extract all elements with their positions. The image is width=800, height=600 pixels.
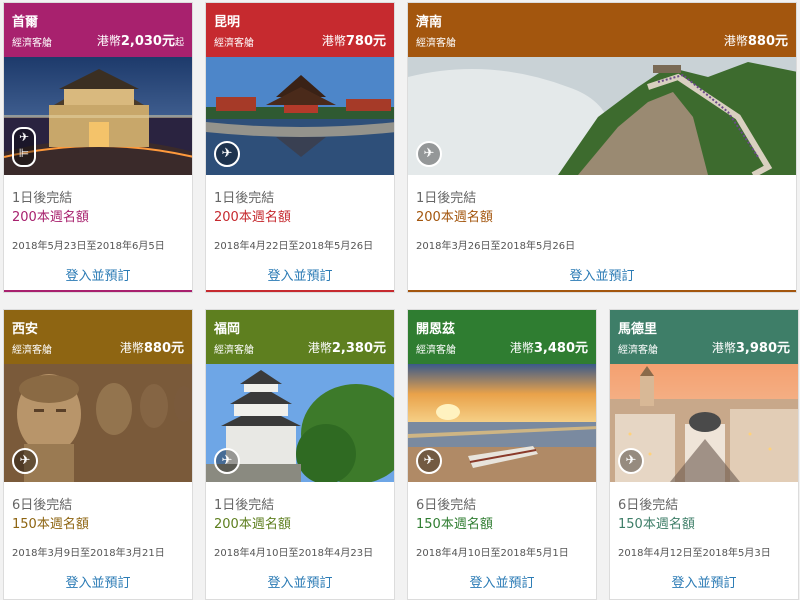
price-suffix: 起 bbox=[174, 38, 184, 48]
days-remaining: 6日後完結 bbox=[618, 498, 679, 513]
plane-icon: ✈ bbox=[618, 448, 644, 474]
price-amount: 780元 bbox=[345, 34, 386, 49]
card-header: 開恩茲 經濟客艙 港幣3,480元 bbox=[408, 310, 596, 364]
fare-price: 港幣780元 bbox=[322, 30, 386, 49]
destination-city: 西安 bbox=[12, 322, 39, 337]
cabin-class: 經濟客艙 bbox=[12, 38, 52, 49]
destination-photo: ✈ bbox=[206, 57, 394, 175]
deal-card-cairns[interactable]: 開恩茲 經濟客艙 港幣3,480元 ✈ 6日後完結 150本週名額 2018年4… bbox=[407, 309, 597, 600]
fare-price: 港幣2,380元 bbox=[308, 337, 386, 356]
travel-date-range: 2018年4月12日至2018年5月3日 bbox=[618, 548, 771, 559]
fare-price: 港幣880元 bbox=[120, 337, 184, 356]
weekly-seats: 150本週名額 bbox=[12, 517, 89, 532]
travel-date-range: 2018年4月10日至2018年4月23日 bbox=[214, 548, 374, 559]
weekly-seats: 200本週名額 bbox=[12, 210, 89, 225]
plane-icon: ✈ bbox=[416, 141, 442, 167]
price-amount: 2,380元 bbox=[331, 341, 386, 356]
travel-date-range: 2018年5月23日至2018年6月5日 bbox=[12, 241, 165, 252]
days-remaining: 6日後完結 bbox=[12, 498, 73, 513]
card-accent-line bbox=[408, 290, 796, 292]
deal-card-seoul[interactable]: 首爾 經濟客艙 港幣2,030元起 ✈ ⊫ 1日後完結 200本週名額 2018年… bbox=[3, 2, 193, 293]
card-accent-line bbox=[4, 290, 192, 292]
cabin-class: 經濟客艙 bbox=[416, 38, 456, 49]
weekly-seats: 200本週名額 bbox=[416, 210, 493, 225]
destination-photo: ✈ ⊫ bbox=[4, 57, 192, 175]
card-header: 福岡 經濟客艙 港幣2,380元 bbox=[206, 310, 394, 364]
destination-city: 濟南 bbox=[416, 15, 443, 30]
fare-price: 港幣3,480元 bbox=[510, 337, 588, 356]
cabin-class: 經濟客艙 bbox=[416, 345, 456, 356]
cabin-class: 經濟客艙 bbox=[12, 345, 52, 356]
price-currency: 港幣 bbox=[119, 341, 144, 355]
price-amount: 2,030元 bbox=[120, 34, 175, 49]
travel-date-range: 2018年4月22日至2018年5月26日 bbox=[214, 241, 374, 252]
weekly-seats: 200本週名額 bbox=[214, 517, 291, 532]
deal-card-jinan[interactable]: 濟南 經濟客艙 港幣880元 ✈ 1日後完結 200本週名額 2018年3月26… bbox=[407, 2, 797, 293]
price-amount: 880元 bbox=[747, 34, 788, 49]
deal-card-fukuoka[interactable]: 福岡 經濟客艙 港幣2,380元 ✈ 1日後完結 200本週名額 2018年4月… bbox=[205, 309, 395, 600]
price-currency: 港幣 bbox=[307, 341, 332, 355]
destination-photo: ✈ bbox=[4, 364, 192, 482]
destination-city: 福岡 bbox=[214, 322, 241, 337]
price-amount: 3,980元 bbox=[735, 341, 790, 356]
card-header: 西安 經濟客艙 港幣880元 bbox=[4, 310, 192, 364]
cabin-class: 經濟客艙 bbox=[618, 345, 658, 356]
login-and-book-link[interactable]: 登入並預訂 bbox=[4, 572, 192, 591]
price-amount: 880元 bbox=[143, 341, 184, 356]
destination-photo: ✈ bbox=[610, 364, 798, 482]
fare-price: 港幣880元 bbox=[724, 30, 788, 49]
card-header: 濟南 經濟客艙 港幣880元 bbox=[408, 3, 796, 57]
destination-city: 首爾 bbox=[12, 15, 39, 30]
fare-price: 港幣3,980元 bbox=[712, 337, 790, 356]
card-accent-line bbox=[206, 290, 394, 292]
plane-icon: ✈ bbox=[214, 141, 240, 167]
weekly-seats: 200本週名額 bbox=[214, 210, 291, 225]
days-remaining: 1日後完結 bbox=[214, 498, 275, 513]
plane-icon: ✈ bbox=[214, 448, 240, 474]
travel-date-range: 2018年3月9日至2018年3月21日 bbox=[12, 548, 165, 559]
login-and-book-link[interactable]: 登入並預訂 bbox=[408, 572, 596, 591]
travel-date-range: 2018年4月10日至2018年5月1日 bbox=[416, 548, 569, 559]
weekly-seats: 150本週名額 bbox=[618, 517, 695, 532]
card-header: 馬德里 經濟客艙 港幣3,980元 bbox=[610, 310, 798, 364]
days-remaining: 1日後完結 bbox=[416, 191, 477, 206]
card-header: 首爾 經濟客艙 港幣2,030元起 bbox=[4, 3, 192, 57]
login-and-book-link[interactable]: 登入並預訂 bbox=[4, 265, 192, 284]
days-remaining: 1日後完結 bbox=[12, 191, 73, 206]
destination-city: 馬德里 bbox=[618, 322, 658, 337]
card-header: 昆明 經濟客艙 港幣780元 bbox=[206, 3, 394, 57]
cabin-class: 經濟客艙 bbox=[214, 38, 254, 49]
deal-card-madrid[interactable]: 馬德里 經濟客艙 港幣3,980元 ✈ 6日後完結 150本週名額 2018年4… bbox=[609, 309, 799, 600]
login-and-book-link[interactable]: 登入並預訂 bbox=[206, 572, 394, 591]
deal-card-xian[interactable]: 西安 經濟客艙 港幣880元 ✈ 6日後完結 150本週名額 2018年3月9日… bbox=[3, 309, 193, 600]
price-amount: 3,480元 bbox=[533, 341, 588, 356]
travel-date-range: 2018年3月26日至2018年5月26日 bbox=[416, 241, 576, 252]
price-currency: 港幣 bbox=[321, 34, 346, 48]
deal-card-kunming[interactable]: 昆明 經濟客艙 港幣780元 ✈ 1日後完結 200本週名額 2018年4月22… bbox=[205, 2, 395, 293]
plane-icon: ✈ bbox=[12, 448, 38, 474]
destination-photo: ✈ bbox=[408, 364, 596, 482]
price-currency: 港幣 bbox=[96, 34, 121, 48]
fare-price: 港幣2,030元起 bbox=[97, 30, 184, 49]
destination-photo: ✈ bbox=[408, 57, 796, 175]
destination-city: 開恩茲 bbox=[416, 322, 456, 337]
plane-icon: ✈ ⊫ bbox=[12, 127, 36, 167]
destination-city: 昆明 bbox=[214, 15, 241, 30]
login-and-book-link[interactable]: 登入並預訂 bbox=[206, 265, 394, 284]
days-remaining: 6日後完結 bbox=[416, 498, 477, 513]
price-currency: 港幣 bbox=[509, 341, 534, 355]
days-remaining: 1日後完結 bbox=[214, 191, 275, 206]
login-and-book-link[interactable]: 登入並預訂 bbox=[408, 265, 796, 284]
price-currency: 港幣 bbox=[711, 341, 736, 355]
cabin-class: 經濟客艙 bbox=[214, 345, 254, 356]
plane-icon: ✈ bbox=[416, 448, 442, 474]
price-currency: 港幣 bbox=[723, 34, 748, 48]
destination-photo: ✈ bbox=[206, 364, 394, 482]
weekly-seats: 150本週名額 bbox=[416, 517, 493, 532]
login-and-book-link[interactable]: 登入並預訂 bbox=[610, 572, 798, 591]
